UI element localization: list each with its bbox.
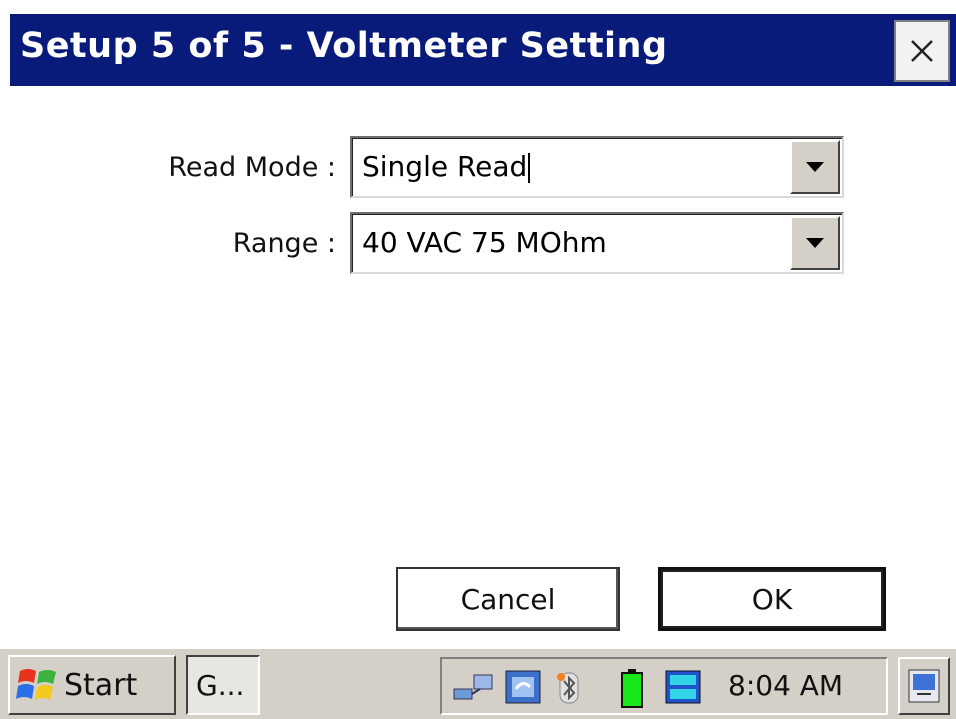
cancel-button[interactable]: Cancel (396, 567, 620, 631)
window-titlebar: Setup 5 of 5 - Voltmeter Setting (10, 14, 956, 86)
range-dropdown-button[interactable] (790, 216, 840, 270)
window-title: Setup 5 of 5 - Voltmeter Setting (20, 26, 668, 66)
range-label: Range : (232, 228, 336, 259)
read-mode-label: Read Mode : (168, 152, 336, 183)
close-icon (911, 40, 933, 62)
read-mode-dropdown[interactable]: Single Read (350, 136, 844, 198)
ok-button[interactable]: OK (658, 567, 886, 631)
read-mode-value: Single Read (362, 150, 531, 183)
clock[interactable]: 8:04 AM (728, 669, 843, 702)
close-button[interactable] (894, 20, 950, 82)
text-cursor (528, 153, 531, 183)
range-value: 40 VAC 75 MOhm (362, 226, 607, 259)
bluetooth-icon[interactable] (554, 669, 584, 707)
battery-icon[interactable] (620, 669, 644, 709)
desktop-icon (908, 669, 940, 703)
chevron-down-icon (806, 162, 824, 172)
taskbar-app-button[interactable]: G... (186, 655, 260, 715)
read-mode-dropdown-button[interactable] (790, 140, 840, 194)
windows-logo-icon (16, 669, 56, 700)
system-tray: 8:04 AM (440, 657, 888, 715)
chevron-down-icon (806, 238, 824, 248)
desktop-button[interactable] (898, 657, 950, 715)
taskbar: Start G... 8:04 AM (0, 646, 956, 719)
client-icon[interactable] (664, 669, 704, 707)
range-dropdown[interactable]: 40 VAC 75 MOhm (350, 212, 844, 274)
network-icon[interactable] (452, 669, 496, 705)
start-label: Start (64, 667, 138, 703)
sync-icon[interactable] (504, 669, 544, 707)
start-button[interactable]: Start (8, 655, 176, 715)
